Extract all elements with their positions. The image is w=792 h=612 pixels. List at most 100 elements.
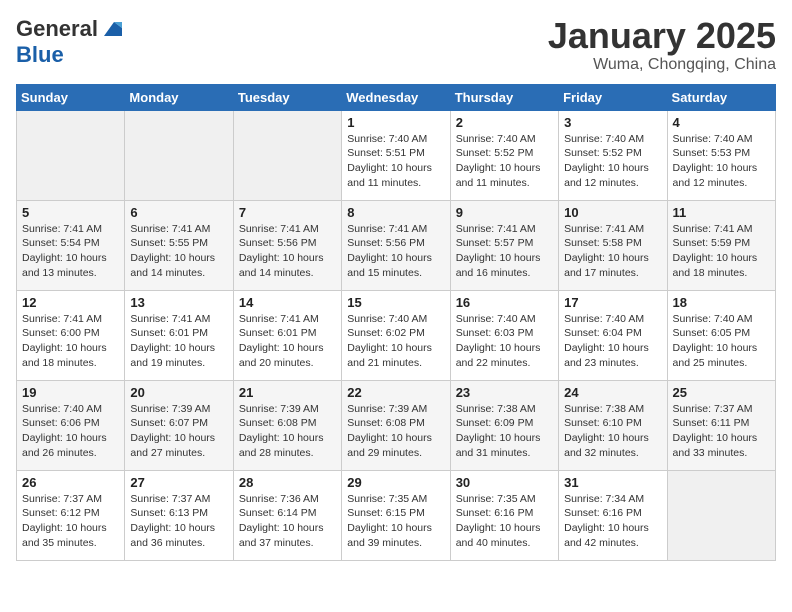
calendar-day-cell: 27 Sunrise: 7:37 AM Sunset: 6:13 PM Dayli… — [125, 470, 233, 560]
calendar-day-cell: 20 Sunrise: 7:39 AM Sunset: 6:07 PM Dayli… — [125, 380, 233, 470]
calendar-day-cell: 25Sunrise: 7:37 AM Sunset: 6:11 PM Dayli… — [667, 380, 775, 470]
day-info: Sunrise: 7:40 AM Sunset: 6:02 PM Dayligh… — [347, 312, 444, 371]
day-info: Sunrise: 7:41 AM Sunset: 5:54 PM Dayligh… — [22, 222, 119, 281]
day-info: Sunrise: 7:40 AM Sunset: 6:06 PM Dayligh… — [22, 402, 119, 461]
calendar-day-cell: 14Sunrise: 7:41 AM Sunset: 6:01 PM Dayli… — [233, 290, 341, 380]
calendar-day-header: Monday — [125, 84, 233, 110]
location: Wuma, Chongqing, China — [548, 56, 776, 74]
calendar-week-row: 19 Sunrise: 7:40 AM Sunset: 6:06 PM Dayli… — [17, 380, 776, 470]
calendar-day-header: Tuesday — [233, 84, 341, 110]
day-info: Sunrise: 7:37 AM Sunset: 6:13 PM Dayligh… — [130, 492, 227, 551]
day-number: 12 — [22, 295, 119, 310]
calendar-day-cell: 7 Sunrise: 7:41 AM Sunset: 5:56 PM Daylig… — [233, 200, 341, 290]
day-number: 5 — [22, 205, 119, 220]
calendar-day-cell — [233, 110, 341, 200]
calendar-day-cell: 6 Sunrise: 7:41 AM Sunset: 5:55 PM Daylig… — [125, 200, 233, 290]
day-number: 4 — [673, 115, 770, 130]
calendar-day-cell: 3 Sunrise: 7:40 AM Sunset: 5:52 PM Daylig… — [559, 110, 667, 200]
day-info: Sunrise: 7:40 AM Sunset: 5:51 PM Dayligh… — [347, 132, 444, 191]
logo-blue-text: Blue — [16, 42, 64, 68]
calendar-week-row: 26 Sunrise: 7:37 AM Sunset: 6:12 PM Dayli… — [17, 470, 776, 560]
calendar-day-cell: 30 Sunrise: 7:35 AM Sunset: 6:16 PM Dayli… — [450, 470, 558, 560]
day-number: 11 — [673, 205, 770, 220]
calendar-day-cell: 1 Sunrise: 7:40 AM Sunset: 5:51 PM Daylig… — [342, 110, 450, 200]
day-number: 26 — [22, 475, 119, 490]
day-number: 1 — [347, 115, 444, 130]
day-info: Sunrise: 7:40 AM Sunset: 5:52 PM Dayligh… — [564, 132, 661, 191]
calendar-header-row: SundayMondayTuesdayWednesdayThursdayFrid… — [17, 84, 776, 110]
calendar-week-row: 1 Sunrise: 7:40 AM Sunset: 5:51 PM Daylig… — [17, 110, 776, 200]
day-number: 19 — [22, 385, 119, 400]
day-info: Sunrise: 7:39 AM Sunset: 6:08 PM Dayligh… — [239, 402, 336, 461]
day-number: 20 — [130, 385, 227, 400]
day-number: 21 — [239, 385, 336, 400]
day-info: Sunrise: 7:39 AM Sunset: 6:08 PM Dayligh… — [347, 402, 444, 461]
day-info: Sunrise: 7:35 AM Sunset: 6:16 PM Dayligh… — [456, 492, 553, 551]
logo-general-text: General — [16, 16, 98, 42]
calendar-day-cell: 19 Sunrise: 7:40 AM Sunset: 6:06 PM Dayli… — [17, 380, 125, 470]
calendar-day-header: Friday — [559, 84, 667, 110]
day-number: 16 — [456, 295, 553, 310]
calendar-day-cell — [667, 470, 775, 560]
day-number: 23 — [456, 385, 553, 400]
day-number: 25 — [673, 385, 770, 400]
calendar-day-cell: 18 Sunrise: 7:40 AM Sunset: 6:05 PM Dayli… — [667, 290, 775, 380]
day-number: 15 — [347, 295, 444, 310]
day-number: 13 — [130, 295, 227, 310]
calendar-day-header: Wednesday — [342, 84, 450, 110]
logo-icon — [100, 18, 122, 40]
calendar-day-cell: 15 Sunrise: 7:40 AM Sunset: 6:02 PM Dayli… — [342, 290, 450, 380]
calendar-day-cell — [125, 110, 233, 200]
calendar-day-header: Thursday — [450, 84, 558, 110]
day-number: 30 — [456, 475, 553, 490]
day-number: 29 — [347, 475, 444, 490]
calendar-day-cell: 16 Sunrise: 7:40 AM Sunset: 6:03 PM Dayli… — [450, 290, 558, 380]
day-info: Sunrise: 7:40 AM Sunset: 6:04 PM Dayligh… — [564, 312, 661, 371]
calendar-day-header: Sunday — [17, 84, 125, 110]
calendar-day-cell: 22Sunrise: 7:39 AM Sunset: 6:08 PM Dayli… — [342, 380, 450, 470]
day-info: Sunrise: 7:38 AM Sunset: 6:10 PM Dayligh… — [564, 402, 661, 461]
calendar-day-cell: 4Sunrise: 7:40 AM Sunset: 5:53 PM Daylig… — [667, 110, 775, 200]
calendar-week-row: 5 Sunrise: 7:41 AM Sunset: 5:54 PM Daylig… — [17, 200, 776, 290]
title-section: January 2025 Wuma, Chongqing, China — [548, 16, 776, 74]
day-number: 8 — [347, 205, 444, 220]
day-info: Sunrise: 7:38 AM Sunset: 6:09 PM Dayligh… — [456, 402, 553, 461]
calendar-day-cell: 11 Sunrise: 7:41 AM Sunset: 5:59 PM Dayli… — [667, 200, 775, 290]
calendar-day-cell: 12 Sunrise: 7:41 AM Sunset: 6:00 PM Dayli… — [17, 290, 125, 380]
logo: General Blue — [16, 16, 122, 68]
day-info: Sunrise: 7:41 AM Sunset: 5:56 PM Dayligh… — [347, 222, 444, 281]
day-info: Sunrise: 7:40 AM Sunset: 6:03 PM Dayligh… — [456, 312, 553, 371]
day-number: 2 — [456, 115, 553, 130]
calendar-day-cell: 29 Sunrise: 7:35 AM Sunset: 6:15 PM Dayli… — [342, 470, 450, 560]
day-info: Sunrise: 7:41 AM Sunset: 5:55 PM Dayligh… — [130, 222, 227, 281]
day-info: Sunrise: 7:40 AM Sunset: 6:05 PM Dayligh… — [673, 312, 770, 371]
day-number: 3 — [564, 115, 661, 130]
calendar-day-cell: 31Sunrise: 7:34 AM Sunset: 6:16 PM Dayli… — [559, 470, 667, 560]
calendar-day-cell: 10Sunrise: 7:41 AM Sunset: 5:58 PM Dayli… — [559, 200, 667, 290]
day-info: Sunrise: 7:36 AM Sunset: 6:14 PM Dayligh… — [239, 492, 336, 551]
day-info: Sunrise: 7:41 AM Sunset: 6:01 PM Dayligh… — [130, 312, 227, 371]
day-info: Sunrise: 7:41 AM Sunset: 5:56 PM Dayligh… — [239, 222, 336, 281]
day-info: Sunrise: 7:37 AM Sunset: 6:12 PM Dayligh… — [22, 492, 119, 551]
day-info: Sunrise: 7:41 AM Sunset: 5:59 PM Dayligh… — [673, 222, 770, 281]
day-number: 24 — [564, 385, 661, 400]
day-info: Sunrise: 7:39 AM Sunset: 6:07 PM Dayligh… — [130, 402, 227, 461]
day-number: 10 — [564, 205, 661, 220]
calendar-week-row: 12 Sunrise: 7:41 AM Sunset: 6:00 PM Dayli… — [17, 290, 776, 380]
calendar-day-cell: 28Sunrise: 7:36 AM Sunset: 6:14 PM Dayli… — [233, 470, 341, 560]
calendar-table: SundayMondayTuesdayWednesdayThursdayFrid… — [16, 84, 776, 561]
calendar-day-cell: 13 Sunrise: 7:41 AM Sunset: 6:01 PM Dayli… — [125, 290, 233, 380]
calendar-day-cell: 9Sunrise: 7:41 AM Sunset: 5:57 PM Daylig… — [450, 200, 558, 290]
calendar-day-cell: 24 Sunrise: 7:38 AM Sunset: 6:10 PM Dayli… — [559, 380, 667, 470]
day-number: 18 — [673, 295, 770, 310]
calendar-day-cell: 5 Sunrise: 7:41 AM Sunset: 5:54 PM Daylig… — [17, 200, 125, 290]
day-number: 17 — [564, 295, 661, 310]
calendar-day-cell: 8 Sunrise: 7:41 AM Sunset: 5:56 PM Daylig… — [342, 200, 450, 290]
calendar-day-cell: 26 Sunrise: 7:37 AM Sunset: 6:12 PM Dayli… — [17, 470, 125, 560]
day-number: 7 — [239, 205, 336, 220]
day-info: Sunrise: 7:35 AM Sunset: 6:15 PM Dayligh… — [347, 492, 444, 551]
day-info: Sunrise: 7:41 AM Sunset: 6:01 PM Dayligh… — [239, 312, 336, 371]
day-number: 27 — [130, 475, 227, 490]
day-number: 6 — [130, 205, 227, 220]
day-info: Sunrise: 7:41 AM Sunset: 6:00 PM Dayligh… — [22, 312, 119, 371]
